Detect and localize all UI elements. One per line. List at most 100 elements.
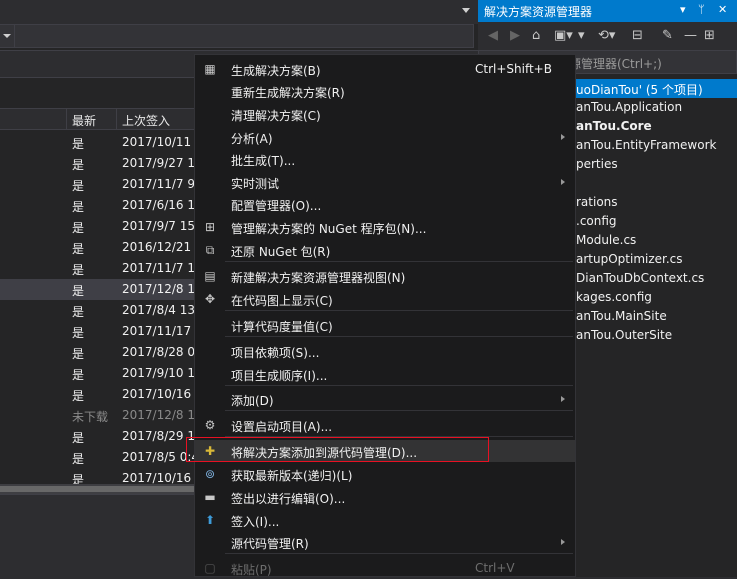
menu-item-label: 签入(I)... [231,515,280,529]
menu-item[interactable]: 项目生成顺序(I)... [195,363,575,385]
cell-last-checkin: 2017/12/8 1 [122,282,195,296]
menu-item[interactable]: ✥ 在代码图上显示(C) [195,288,575,310]
tree-item[interactable]: rations [576,193,618,212]
menu-item-label: 分析(A) [231,132,273,146]
menu-separator [225,336,573,337]
cell-latest: 是 [72,200,85,214]
menu-item[interactable]: 重新生成解决方案(R) [195,80,575,102]
solution-explorer-title: 解决方案资源管理器 [484,5,593,19]
submenu-arrow-icon [561,539,565,545]
menu-item[interactable]: 批生成(T)... [195,148,575,170]
new-view-icon: ▤ [204,269,216,283]
tree-item[interactable]: DianTouDbContext.cs [576,269,704,288]
cell-last-checkin: 2017/8/29 1 [122,429,195,443]
forward-icon[interactable]: ▶ [510,28,520,44]
menu-item-label: 批生成(T)... [231,154,296,168]
menu-item-label: 签出以进行编辑(O)... [231,492,346,506]
menu-item[interactable]: 分析(A) [195,126,575,148]
menu-item[interactable]: ⚙ 设置启动项目(A)... [195,414,575,436]
pin-icon[interactable]: ᛘ [698,3,705,16]
tree-item[interactable]: anTou.Core [576,117,652,136]
menu-item-label: 获取最新版本(递归)(L) [231,469,353,483]
tree-item-label: .config [576,214,617,228]
menu-item: ▢ 粘贴(P) Ctrl+V [195,557,575,579]
highlight-annotation-box [186,437,489,462]
tree-item[interactable]: kages.config [576,288,652,307]
properties-wrench-icon[interactable]: ✎ [662,28,673,44]
tree-item[interactable]: perties [576,155,618,174]
cell-latest: 是 [72,305,85,319]
menu-item-label: 设置启动项目(A)... [231,420,333,434]
column-latest[interactable]: 最新 [72,112,96,129]
cell-last-checkin: 2017/9/10 1 [122,366,195,380]
tree-item-label: kages.config [576,290,652,304]
menu-separator [225,410,573,411]
tree-item-label: anTou.OuterSite [576,328,673,342]
window-menu-icon[interactable]: ▾ [680,3,686,16]
menu-item-label: 添加(D) [231,394,274,408]
gear-icon: ⚙ [204,418,216,432]
column-separator[interactable] [66,109,67,129]
menu-item-label: 配置管理器(O)... [231,199,322,213]
menu-item[interactable]: ⬆ 签入(I)... [195,509,575,531]
collapse-all-icon[interactable]: ⊟ [632,28,643,44]
show-all-files-icon[interactable]: ⊞ [704,28,715,44]
menu-item[interactable]: ▬ 签出以进行编辑(O)... [195,486,575,508]
tree-item[interactable]: anTou.MainSite [576,307,667,326]
menu-item[interactable]: 清理解决方案(C) [195,103,575,125]
cell-last-checkin: 2017/10/16 [122,471,192,485]
tree-item[interactable]: anTou.Application [576,98,682,117]
cell-last-checkin: 2017/9/27 1( [122,156,200,170]
switch-views-icon[interactable]: ▣▾ [554,28,573,44]
cell-last-checkin: 2017/10/11 [122,135,192,149]
menu-item[interactable]: ⊚ 获取最新版本(递归)(L) [195,463,575,485]
tab-overflow-chevron-icon[interactable] [462,8,470,13]
preview-icon[interactable]: — [684,28,697,44]
tree-item-label: uoDianTou' (5 个项目) [576,83,703,97]
column-last-checkin[interactable]: 上次签入 [122,112,170,129]
menu-item[interactable]: 实时测试 [195,171,575,193]
tree-item[interactable]: anTou.EntityFramework [576,136,716,155]
cell-latest: 是 [72,242,85,256]
menu-item[interactable]: ⧉ 还原 NuGet 包(R) [195,239,575,261]
menu-item[interactable]: 源代码管理(R) [195,531,575,553]
cell-last-checkin: 2017/8/4 13 [122,303,195,317]
history-icon[interactable]: ⟲▾ [598,28,615,44]
close-icon[interactable]: ✕ [718,3,727,16]
menu-item[interactable]: ⊞ 管理解决方案的 NuGet 程序包(N)... [195,216,575,238]
cell-last-checkin: 2017/11/17 [122,324,192,338]
solution-explorer-titlebar: 解决方案资源管理器 ▾ ᛘ ✕ [478,0,737,22]
menu-item[interactable]: 添加(D) [195,388,575,410]
menu-separator [225,310,573,311]
menu-item-label: 在代码图上显示(C) [231,294,333,308]
menu-separator [225,385,573,386]
pending-changes-filter-icon[interactable]: ▾ [578,28,585,44]
menu-separator [225,261,573,262]
menu-item[interactable]: ▤ 新建解决方案资源管理器视图(N) [195,265,575,287]
menu-separator [225,553,573,554]
menu-item[interactable]: 项目依赖项(S)... [195,340,575,362]
combo-dropdown-chevron-icon[interactable] [0,25,15,47]
tree-item[interactable]: .config [576,212,617,231]
tree-item[interactable]: artupOptimizer.cs [576,250,683,269]
cell-last-checkin: 2017/6/16 1 [122,198,195,212]
submenu-arrow-icon [561,134,565,140]
menu-item[interactable]: 配置管理器(O)... [195,193,575,215]
tree-item-label: anTou.EntityFramework [576,138,717,152]
menu-item[interactable]: 计算代码度量值(C) [195,314,575,336]
tree-item-solution[interactable]: uoDianTou' (5 个项目) [574,79,737,98]
tree-item[interactable]: Module.cs [576,231,636,250]
home-icon[interactable]: ⌂ [532,28,540,44]
menu-item-label: 实时测试 [231,177,280,191]
tree-item-label: anTou.Core [576,119,652,133]
path-combo[interactable] [0,24,474,48]
cell-latest: 是 [72,158,85,172]
column-separator[interactable] [116,109,117,129]
menu-item[interactable]: ▦ 生成解决方案(B) Ctrl+Shift+B [195,58,575,80]
tree-item[interactable]: anTou.OuterSite [576,326,672,345]
back-icon[interactable]: ◀ [488,28,498,44]
paste-icon: ▢ [204,561,216,575]
cell-last-checkin: 2017/11/7 9 [122,177,195,191]
solution-explorer-toolbar: ◀ ▶ ⌂ ▣▾ ▾ ⟲▾ ⊟ ✎ — ⊞ [478,22,737,50]
tree-item-label: anTou.Application [576,100,683,114]
